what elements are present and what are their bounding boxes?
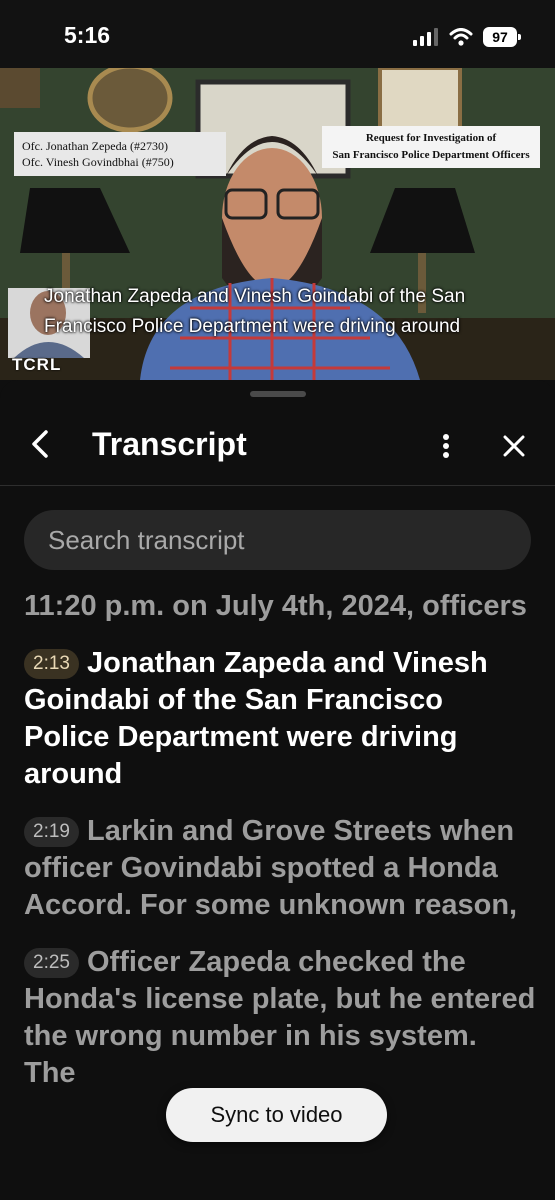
- panel-title: Transcript: [92, 426, 247, 462]
- transcript-list: 11:20 p.m. on July 4th, 2024, officers 2…: [24, 588, 536, 1112]
- video-caption: Jonathan Zapeda and Vinesh Goindabi of t…: [44, 282, 544, 342]
- officer-names-badge: Ofc. Jonathan Zepeda (#2730) Ofc. Vinesh…: [14, 132, 226, 176]
- officer-name-2: Ofc. Vinesh Govindbhai (#750): [22, 155, 174, 169]
- status-time: 5:16: [64, 22, 111, 48]
- back-button[interactable]: [22, 424, 58, 464]
- transcript-header: Transcript: [0, 404, 555, 486]
- transcript-segment[interactable]: 2:19 Larkin and Grove Streets when office…: [24, 813, 536, 924]
- battery-icon: 97: [483, 27, 521, 47]
- segment-text: Larkin and Grove Streets when officer Go…: [24, 815, 518, 921]
- status-bar: 5:16 97: [0, 0, 555, 68]
- request-title-line1: Request for Investigation of: [365, 132, 497, 144]
- channel-logo: TCRL: [12, 355, 62, 374]
- close-button[interactable]: [494, 426, 534, 466]
- search-input[interactable]: [46, 523, 510, 557]
- close-icon: [503, 435, 525, 457]
- drag-handle[interactable]: [250, 391, 306, 397]
- transcript-segment[interactable]: 11:20 p.m. on July 4th, 2024, officers: [24, 588, 536, 625]
- more-options-button[interactable]: [432, 426, 460, 466]
- timestamp-badge[interactable]: 2:19: [24, 817, 79, 847]
- cellular-signal-icon: [413, 28, 438, 46]
- video-player[interactable]: Ofc. Jonathan Zepeda (#2730) Ofc. Vinesh…: [0, 68, 555, 380]
- officer-name-1: Ofc. Jonathan Zepeda (#2730): [22, 139, 168, 153]
- timestamp-badge[interactable]: 2:13: [24, 649, 79, 679]
- request-title-line2: San Francisco Police Department Officers: [332, 149, 530, 161]
- caption-line-2: Francisco Police Department were driving…: [44, 316, 461, 337]
- search-bar[interactable]: [24, 510, 531, 570]
- wifi-icon: [449, 28, 473, 46]
- caption-line-1: Jonathan Zapeda and Vinesh Goindabi of t…: [44, 286, 466, 307]
- chevron-left-icon: [32, 430, 48, 458]
- sync-to-video-button[interactable]: Sync to video: [166, 1088, 387, 1142]
- header-divider: [0, 485, 555, 486]
- segment-text: 11:20 p.m. on July 4th, 2024, officers: [24, 590, 527, 622]
- segment-text: Jonathan Zapeda and Vinesh Goindabi of t…: [24, 647, 488, 790]
- transcript-segment[interactable]: 2:25 Officer Zapeda checked the Honda's l…: [24, 944, 536, 1092]
- transcript-segment-active[interactable]: 2:13 Jonathan Zapeda and Vinesh Goindabi …: [24, 645, 536, 793]
- request-title-badge: Request for Investigation of San Francis…: [322, 126, 540, 168]
- timestamp-badge[interactable]: 2:25: [24, 948, 79, 978]
- status-icons: 97: [413, 24, 521, 50]
- more-vertical-icon: [443, 434, 449, 458]
- segment-text: Officer Zapeda checked the Honda's licen…: [24, 946, 536, 1089]
